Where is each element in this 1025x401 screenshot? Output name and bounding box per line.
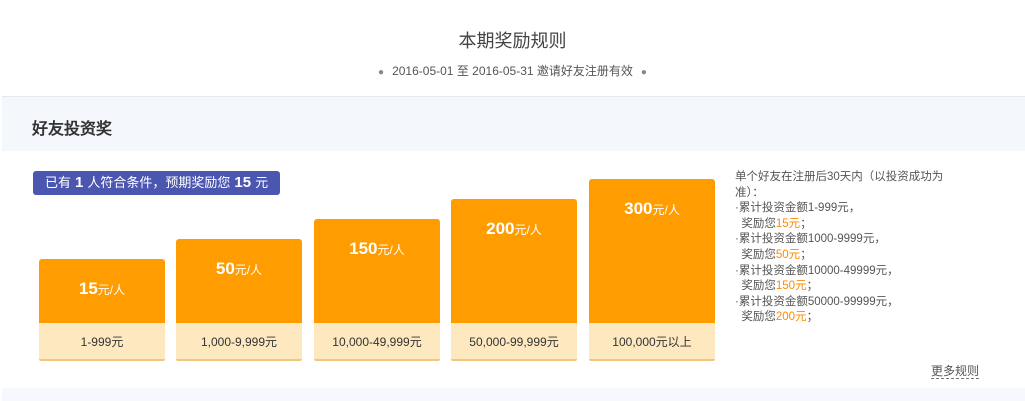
tier-bar: 15元/人 bbox=[39, 259, 165, 323]
rule-reward: 奖励您150元； bbox=[735, 279, 980, 295]
section-title: 好友投资奖 bbox=[32, 121, 113, 138]
tier-bar: 300元/人 bbox=[589, 179, 715, 323]
rule-condition: ·累计投资金额10000-49999元， bbox=[735, 264, 899, 277]
summary-count: 1 bbox=[75, 174, 84, 191]
period-start: 2016-05-01 bbox=[392, 64, 454, 78]
period-sep: 至 bbox=[456, 64, 469, 78]
panel-header: 好友投资奖 bbox=[2, 97, 1025, 151]
rules-intro: 准）： bbox=[735, 186, 764, 199]
period-note: 邀请好友注册有效 bbox=[536, 64, 633, 78]
rule-condition: ·累计投资金额50000-99999元， bbox=[735, 295, 899, 308]
rule-reward-amount: 150元 bbox=[775, 280, 807, 293]
tier-range: 10,000-49,999元 bbox=[314, 323, 440, 361]
rule-condition: ·累计投资金额1000-9999元， bbox=[735, 233, 886, 246]
page-header: 本期奖励规则 ● 2016-05-01 至 2016-05-31 邀请好友注册有效… bbox=[0, 0, 1025, 96]
rule-reward-amount: 50元 bbox=[775, 248, 801, 261]
tier-reward-value: 15 bbox=[78, 279, 98, 298]
tier-3: 150元/人 10,000-49,999元 bbox=[314, 219, 440, 361]
rule-reward-suffix: ； bbox=[806, 311, 819, 324]
summary-suffix: 元 bbox=[255, 175, 269, 190]
rule-reward-prefix: 奖励您 bbox=[741, 280, 776, 293]
tier-bar: 50元/人 bbox=[176, 239, 302, 323]
tier-2: 50元/人 1,000-9,999元 bbox=[176, 239, 302, 361]
rule-condition: ·累计投资金额1-999元， bbox=[735, 202, 861, 215]
tier-range: 50,000-99,999元 bbox=[451, 323, 577, 361]
tier-reward-unit: 元/人 bbox=[97, 283, 126, 297]
tier-1: 15元/人 1-999元 bbox=[39, 259, 165, 361]
tier-range: 100,000元以上 bbox=[589, 323, 715, 361]
rule-reward-prefix: 奖励您 bbox=[741, 248, 776, 261]
tier-reward-unit: 元/人 bbox=[514, 223, 542, 237]
tier-reward-unit: 元/人 bbox=[377, 243, 405, 257]
rule-reward-prefix: 奖励您 bbox=[741, 217, 776, 230]
tier-reward-value: 200 bbox=[486, 219, 515, 238]
tier-reward: 15元/人 bbox=[39, 279, 165, 299]
tier-reward: 200元/人 bbox=[451, 219, 577, 239]
rules-intro: 单个好友在注册后30天内（以投资成功为 bbox=[735, 171, 944, 183]
tier-bar: 200元/人 bbox=[451, 199, 577, 323]
summary-mid: 人符合条件，预期奖励您 bbox=[87, 175, 231, 190]
tier-range: 1-999元 bbox=[39, 323, 165, 361]
rule-reward: 奖励您200元； bbox=[735, 310, 980, 326]
tier-reward-unit: 元/人 bbox=[652, 203, 680, 217]
summary-prefix: 已有 bbox=[45, 175, 72, 190]
rule-reward: 奖励您50元； bbox=[735, 248, 980, 264]
tier-reward-unit: 元/人 bbox=[234, 263, 263, 277]
rule-reward-prefix: 奖励您 bbox=[741, 311, 776, 324]
rule-reward-suffix: ； bbox=[800, 217, 812, 230]
period-end: 2016-05-31 bbox=[472, 64, 534, 78]
tier-reward-value: 150 bbox=[349, 239, 378, 258]
rule-reward-amount: 15元 bbox=[775, 217, 801, 230]
rule-reward-suffix: ； bbox=[806, 280, 819, 293]
tier-range: 1,000-9,999元 bbox=[176, 323, 302, 361]
tier-reward-value: 300 bbox=[624, 199, 653, 218]
reward-summary-badge: 已有 1 人符合条件，预期奖励您 15 元 bbox=[33, 171, 281, 195]
bullet-dot: ● bbox=[640, 67, 647, 78]
tier-reward: 150元/人 bbox=[314, 239, 440, 259]
bullet-dot: ● bbox=[378, 67, 385, 78]
rule-reward-amount: 200元 bbox=[775, 311, 807, 324]
tier-reward-value: 50 bbox=[215, 259, 235, 278]
tier-bar: 150元/人 bbox=[314, 219, 440, 323]
tier-reward: 50元/人 bbox=[176, 259, 302, 279]
period-line: ● 2016-05-01 至 2016-05-31 邀请好友注册有效 ● bbox=[0, 62, 1025, 79]
rule-reward-suffix: ； bbox=[800, 248, 812, 261]
rules-text: 单个好友在注册后30天内（以投资成功为 准）： ·累计投资金额1-999元， 奖… bbox=[735, 170, 980, 326]
more-rules-link[interactable]: 更多规则 bbox=[931, 364, 980, 379]
tier-reward: 300元/人 bbox=[589, 199, 715, 219]
panel-body: 已有 1 人符合条件，预期奖励您 15 元 15元/人 1-999元 50元/人 1,0… bbox=[2, 151, 1025, 388]
friend-investment-panel: 好友投资奖 已有 1 人符合条件，预期奖励您 15 元 15元/人 1-999元 50元… bbox=[2, 96, 1025, 401]
tier-5: 300元/人 100,000元以上 bbox=[589, 179, 715, 361]
summary-amount: 15 bbox=[234, 174, 252, 191]
rule-reward: 奖励您15元； bbox=[735, 217, 980, 233]
page-title: 本期奖励规则 bbox=[458, 31, 567, 51]
tier-4: 200元/人 50,000-99,999元 bbox=[451, 199, 577, 361]
